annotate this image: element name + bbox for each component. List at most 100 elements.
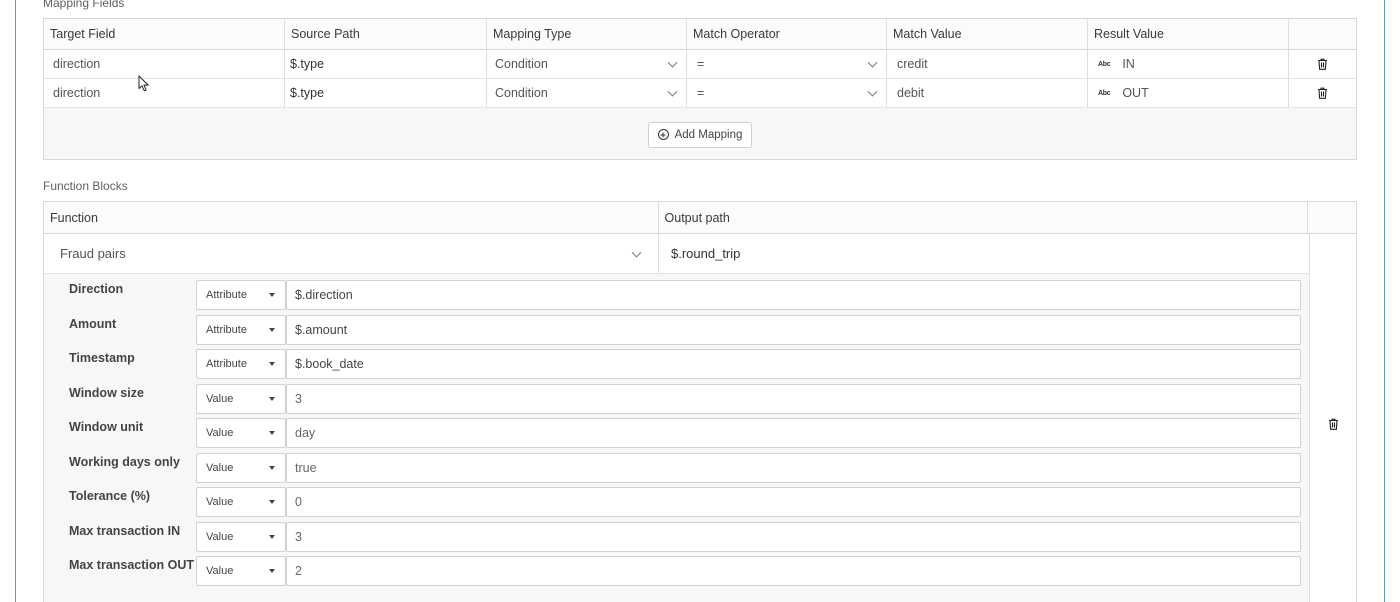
param-type-select[interactable]: Attribute [196, 280, 286, 310]
param-type-value: Value [206, 565, 234, 577]
chevron-down-icon [867, 86, 878, 97]
add-mapping-label: Add Mapping [674, 128, 743, 141]
caret-down-icon [269, 431, 275, 435]
param-value-input[interactable]: 3 [286, 521, 1301, 552]
mapping-table: Target Field Source Path Mapping Type Ma… [43, 18, 1357, 160]
function-blocks-table: Function Output path Fraud pairs $.round… [43, 201, 1357, 602]
function-row: Fraud pairs $.round_trip [44, 234, 1309, 274]
param-type-select[interactable]: Attribute [196, 314, 286, 345]
target-field-input[interactable]: direction [44, 50, 285, 78]
param-label: Amount [69, 316, 117, 331]
abc-icon[interactable]: Abc [1098, 90, 1111, 97]
param-type-value: Value [206, 496, 234, 508]
param-value-input[interactable]: 3 [286, 383, 1301, 414]
mapping-table-header: Target Field Source Path Mapping Type Ma… [44, 19, 1356, 50]
match-value-input[interactable]: credit [887, 50, 1088, 78]
function-actions [1309, 234, 1357, 602]
param-row: Amount Attribute $.amount [44, 309, 1309, 345]
param-row: Direction Attribute $.direction [44, 274, 1309, 310]
param-label: Direction [69, 282, 124, 296]
col-result-value: Result Value [1088, 19, 1289, 49]
col-function: Function [44, 202, 659, 233]
param-row: Window size Value 3 [44, 378, 1309, 414]
result-value-input[interactable]: Abc OUT [1088, 79, 1289, 107]
match-operator-select[interactable]: = [687, 79, 887, 107]
param-type-select[interactable]: Value [196, 418, 286, 448]
chevron-down-icon [631, 247, 642, 258]
param-type-value: Value [206, 392, 234, 405]
function-value: Fraud pairs [60, 246, 126, 261]
match-operator-value: = [697, 57, 705, 71]
function-params: Direction Attribute $.direction Amount A… [44, 274, 1309, 602]
table-row: direction $.type Condition = debit Abc O… [44, 79, 1356, 108]
mouse-pointer-icon [138, 75, 149, 92]
delete-mapping-button[interactable] [1289, 50, 1356, 78]
caret-down-icon [269, 465, 275, 470]
col-match-operator: Match Operator [687, 19, 887, 49]
caret-down-icon [269, 327, 275, 332]
param-row: Max transaction IN Value 3 [44, 516, 1309, 552]
col-actions [1289, 19, 1356, 49]
param-value-input[interactable]: $.book_date [286, 349, 1301, 379]
mapping-type-select[interactable]: Condition [487, 50, 687, 78]
match-operator-select[interactable]: = [687, 50, 887, 78]
param-row: Working days only Value true [44, 447, 1309, 483]
function-select[interactable]: Fraud pairs [44, 234, 659, 273]
result-value: OUT [1122, 86, 1149, 100]
source-path-input[interactable]: $.type [285, 79, 487, 107]
target-field-input[interactable]: direction [44, 79, 285, 107]
param-label: Max transaction IN [69, 523, 181, 538]
output-path-input[interactable]: $.round_trip [659, 234, 1309, 273]
param-type-value: Value [206, 427, 234, 439]
caret-down-icon [269, 569, 275, 573]
delete-function-button[interactable] [1328, 418, 1339, 430]
col-actions [1308, 202, 1356, 233]
param-type-value: Attribute [206, 323, 247, 336]
trash-icon [1317, 87, 1328, 99]
col-output-path: Output path [659, 202, 1309, 233]
result-value-input[interactable]: Abc IN [1088, 50, 1289, 78]
col-target-field: Target Field [44, 19, 285, 49]
param-type-value: Value [206, 530, 234, 543]
param-type-select[interactable]: Attribute [196, 349, 286, 379]
param-type-select[interactable]: Value [196, 452, 286, 483]
caret-down-icon [269, 500, 275, 504]
param-value-input[interactable]: $.direction [286, 280, 1301, 310]
chevron-down-icon [667, 86, 678, 97]
function-blocks-title: Function Blocks [43, 179, 128, 193]
match-value-input[interactable]: debit [887, 79, 1088, 107]
param-type-value: Value [206, 461, 234, 474]
col-match-value: Match Value [887, 19, 1088, 49]
plus-circle-icon [657, 129, 669, 140]
function-table-header: Function Output path [44, 202, 1356, 234]
param-row: Window unit Value day [44, 412, 1309, 448]
param-type-value: Attribute [206, 289, 247, 301]
param-value-input[interactable]: 0 [286, 487, 1301, 517]
param-value-input[interactable]: $.amount [286, 314, 1301, 345]
param-value-input[interactable]: day [286, 418, 1301, 448]
caret-down-icon [269, 396, 275, 401]
chevron-down-icon [867, 57, 878, 68]
mapping-type-select[interactable]: Condition [487, 79, 687, 107]
param-type-select[interactable]: Value [196, 556, 286, 586]
param-type-select[interactable]: Value [196, 487, 286, 517]
param-label: Window size [69, 385, 144, 400]
param-value-input[interactable]: true [286, 452, 1301, 483]
param-label: Max transaction OUT [69, 558, 195, 572]
trash-icon [1329, 418, 1338, 430]
caret-down-icon [269, 293, 275, 297]
source-path-input[interactable]: $.type [285, 50, 487, 78]
caret-down-icon [269, 534, 275, 539]
param-label: Tolerance (%) [69, 489, 151, 503]
table-row: direction $.type Condition = credit Abc … [44, 50, 1356, 79]
delete-mapping-button[interactable] [1289, 79, 1356, 107]
caret-down-icon [269, 362, 275, 366]
add-mapping-button[interactable]: Add Mapping [647, 121, 753, 148]
chevron-down-icon [667, 57, 678, 68]
param-type-select[interactable]: Value [196, 521, 286, 552]
param-type-select[interactable]: Value [196, 383, 286, 414]
param-value-input[interactable]: 2 [286, 556, 1301, 586]
abc-icon[interactable]: Abc [1098, 61, 1111, 68]
param-label: Timestamp [69, 351, 135, 365]
col-mapping-type: Mapping Type [487, 19, 687, 49]
